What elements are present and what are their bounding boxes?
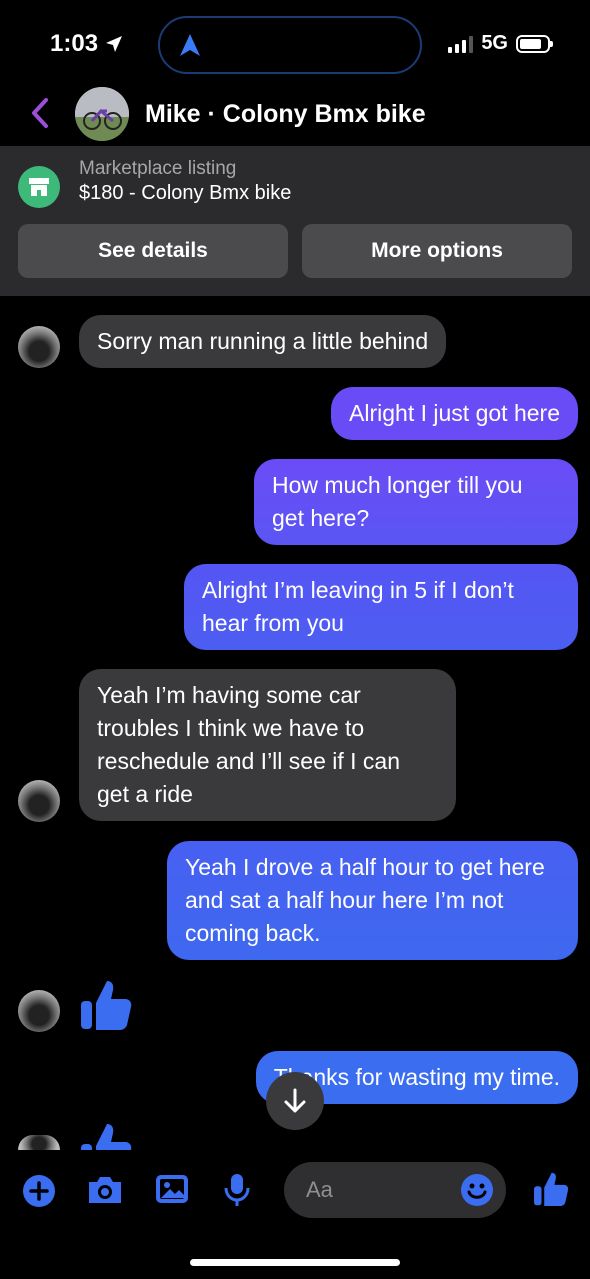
network-type: 5G: [481, 32, 508, 54]
sender-avatar: [18, 1135, 60, 1150]
marketplace-store-icon: [18, 166, 60, 208]
status-right: 5G: [448, 32, 553, 55]
message-bubble-outgoing[interactable]: Alright I just got here: [331, 387, 578, 440]
status-time: 1:03: [50, 30, 124, 58]
camera-icon[interactable]: [86, 1174, 124, 1206]
plus-icon[interactable]: [22, 1174, 56, 1208]
more-options-button[interactable]: More options: [302, 224, 572, 278]
listing-title[interactable]: $180 - Colony Bmx bike: [79, 182, 291, 205]
message-bubble-incoming[interactable]: Sorry man running a little behind: [79, 315, 447, 368]
sender-avatar: [18, 326, 60, 368]
dynamic-island: [158, 16, 422, 74]
battery-icon: [516, 34, 553, 53]
conversation-header: Mike · Colony Bmx bike: [0, 82, 590, 146]
message-bubble-incoming[interactable]: Yeah I’m having some car troubles I thin…: [79, 669, 456, 821]
scroll-to-bottom-button[interactable]: [266, 1072, 324, 1130]
bike-photo-icon: [75, 87, 129, 141]
cellular-signal-icon: [448, 35, 474, 53]
conversation-title[interactable]: Mike · Colony Bmx bike: [145, 100, 426, 129]
listing-label: Marketplace listing: [79, 158, 237, 179]
back-chevron-icon[interactable]: [28, 96, 52, 130]
message-bubble-outgoing[interactable]: Yeah I drove a half hour to get here and…: [167, 841, 578, 960]
message-bubble-outgoing[interactable]: How much longer till you get here?: [254, 459, 578, 545]
clock: 1:03: [50, 30, 99, 57]
thumbs-up-send-icon[interactable]: [532, 1170, 570, 1208]
message-input-placeholder: Aa: [306, 1177, 333, 1202]
thumbs-up-reaction-icon: [81, 1124, 132, 1150]
marketplace-listing-banner: Marketplace listing $180 - Colony Bmx bi…: [0, 146, 590, 296]
message-input[interactable]: Aa: [284, 1162, 506, 1218]
message-bubble-outgoing[interactable]: Alright I’m leaving in 5 if I don’t hear…: [184, 564, 578, 650]
thumbs-up-reaction-icon[interactable]: [79, 977, 133, 1033]
home-indicator[interactable]: [190, 1259, 400, 1266]
contact-avatar[interactable]: [75, 87, 129, 141]
microphone-icon[interactable]: [222, 1172, 252, 1208]
photo-gallery-icon[interactable]: [154, 1172, 190, 1206]
thumbs-up-reaction-partial: [79, 1120, 139, 1150]
sender-avatar: [18, 780, 60, 822]
emoji-icon[interactable]: [460, 1173, 494, 1207]
location-arrow-icon: [106, 36, 123, 52]
arrow-down-icon: [284, 1088, 306, 1113]
status-bar: 1:03 5G: [0, 0, 590, 88]
sender-avatar: [18, 990, 60, 1032]
see-details-button[interactable]: See details: [18, 224, 288, 278]
navigation-icon: [180, 34, 200, 56]
